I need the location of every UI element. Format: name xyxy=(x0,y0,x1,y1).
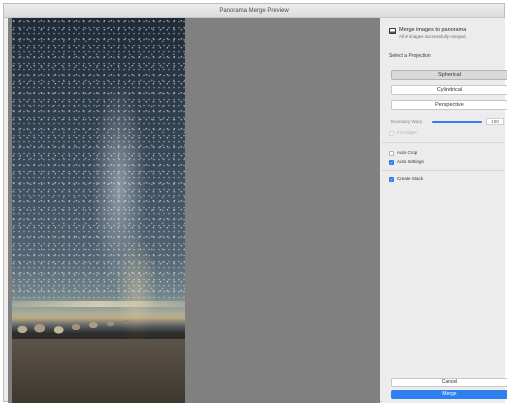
auto-settings-label: Auto Settings xyxy=(397,159,424,164)
auto-settings-checkbox[interactable]: ✓ xyxy=(389,159,394,165)
perspective-button[interactable]: Perspective xyxy=(391,100,507,110)
cylindrical-button[interactable]: Cylindrical xyxy=(391,85,507,95)
projection-label: Select a Projection xyxy=(389,53,431,59)
cancel-button[interactable]: Cancel xyxy=(391,378,507,387)
merge-info-title: Merge images to panorama xyxy=(399,27,467,33)
create-stack-option[interactable]: ✓ Create Stack xyxy=(389,176,423,182)
window-titlebar[interactable]: Panorama Merge Preview xyxy=(4,4,504,18)
merge-info: Merge images to panorama All 8 images su… xyxy=(389,27,501,40)
fill-edges-option: Fill Edges xyxy=(389,130,417,136)
checkmark-icon: ✓ xyxy=(390,159,394,165)
boundary-warp-slider-fill xyxy=(432,121,482,123)
panorama-preview-image xyxy=(12,18,185,403)
merge-info-subtitle: All 8 images successfully merged xyxy=(399,34,466,39)
beach-sand xyxy=(12,339,185,403)
divider xyxy=(382,170,505,171)
fill-edges-label: Fill Edges xyxy=(397,130,417,135)
boundary-warp-value[interactable]: 100 xyxy=(486,118,504,125)
checkmark-icon: ✓ xyxy=(390,176,394,182)
create-stack-label: Create Stack xyxy=(397,176,424,181)
horizon-glow xyxy=(12,301,185,307)
options-panel: Merge images to panorama All 8 images su… xyxy=(382,18,507,403)
divider xyxy=(382,142,505,143)
fill-edges-checkbox xyxy=(389,130,394,136)
auto-crop-checkbox[interactable] xyxy=(389,150,394,156)
boundary-warp-control: Boundary Warp 100 xyxy=(391,118,507,126)
auto-settings-option[interactable]: ✓ Auto Settings xyxy=(389,159,424,165)
shoreline-rocks xyxy=(12,315,185,339)
boundary-warp-label: Boundary Warp xyxy=(391,119,423,124)
create-stack-checkbox[interactable]: ✓ xyxy=(389,176,394,182)
preview-area xyxy=(8,18,380,403)
auto-crop-option[interactable]: Auto Crop xyxy=(389,150,417,156)
panorama-icon xyxy=(389,28,396,34)
panorama-merge-window: Panorama Merge Preview Merge images to p… xyxy=(3,3,507,403)
auto-crop-label: Auto Crop xyxy=(397,150,418,155)
starfield xyxy=(12,18,185,298)
window-title: Panorama Merge Preview xyxy=(219,8,289,14)
merge-button[interactable]: Merge xyxy=(391,390,507,399)
boundary-warp-slider[interactable] xyxy=(432,121,482,123)
spherical-button[interactable]: Spherical xyxy=(391,70,507,80)
